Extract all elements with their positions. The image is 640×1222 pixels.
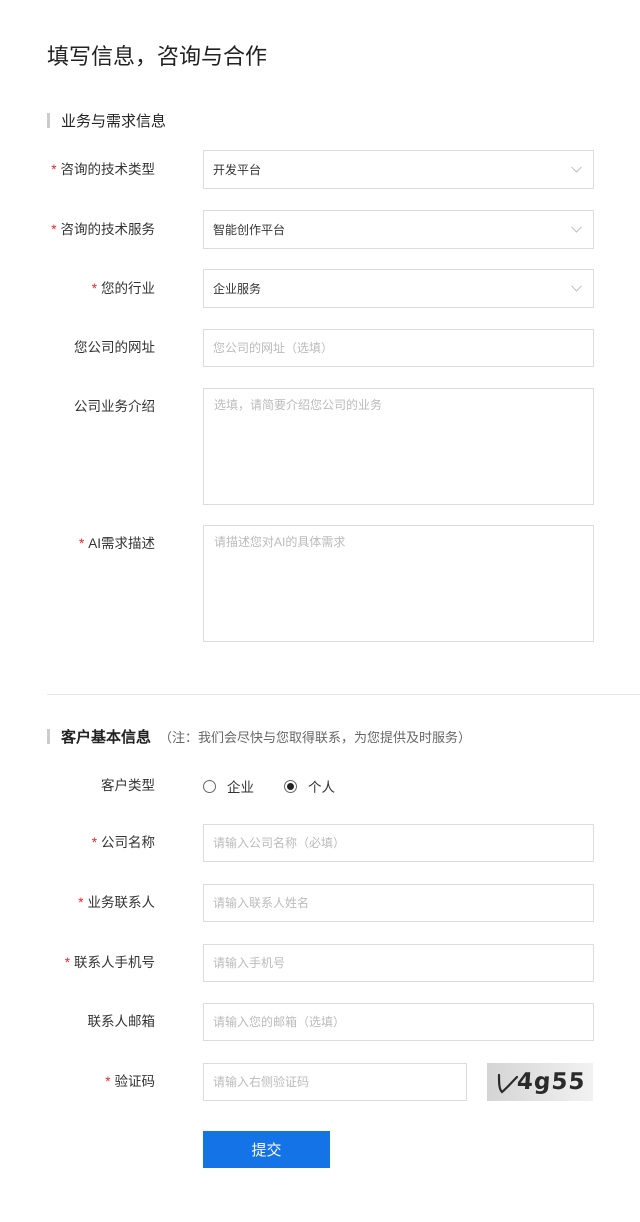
section-heading-customer: 客户基本信息 （注：我们会尽快与您取得联系，为您提供及时服务）	[47, 726, 471, 746]
chevron-down-icon	[571, 284, 582, 292]
required-mark: *	[51, 222, 57, 237]
tech-type-selected-value: 开发平台	[213, 163, 262, 177]
required-mark: *	[91, 835, 97, 850]
tech-type-select[interactable]: 开发平台	[203, 150, 594, 189]
industry-selected-value: 企业服务	[213, 282, 262, 296]
customer-type-label: 客户类型	[101, 778, 155, 793]
row-captcha: *验证码 4g55	[0, 1063, 640, 1101]
required-mark: *	[64, 955, 70, 970]
tech-type-label: * 咨询的技术类型	[0, 150, 155, 189]
website-input[interactable]	[203, 329, 594, 367]
captcha-label: * 验证码	[0, 1063, 155, 1101]
contact-label: * 业务联系人	[0, 884, 155, 922]
tech-service-selected-value: 智能创作平台	[213, 223, 286, 237]
contact-label-text: 业务联系人	[87, 895, 156, 910]
email-label: 联系人邮箱	[87, 1014, 156, 1029]
website-label: 您公司的网址	[74, 340, 155, 355]
section-title: 业务与需求信息	[61, 112, 167, 130]
company-intro-textarea[interactable]	[203, 388, 594, 505]
row-tech-type: * 咨询的技术类型 开发平台	[0, 150, 640, 189]
industry-select[interactable]: 企业服务	[203, 269, 594, 308]
tech-service-label: * 咨询的技术服务	[0, 210, 155, 249]
tech-type-label-text: 咨询的技术类型	[60, 162, 156, 177]
industry-label-text: 您的行业	[101, 281, 155, 296]
chevron-down-icon	[571, 165, 582, 173]
ai-need-label-text: AI需求描述	[88, 536, 155, 551]
company-name-label-text: 公司名称	[101, 835, 155, 850]
phone-label: * 联系人手机号	[0, 944, 155, 982]
company-name-label: * 公司名称	[0, 824, 155, 862]
radio-icon[interactable]	[203, 779, 216, 793]
captcha-image[interactable]: 4g55	[487, 1063, 593, 1101]
ai-need-textarea[interactable]	[203, 525, 594, 642]
captcha-text: 4g55	[516, 1069, 587, 1095]
row-ai-need: * AI需求描述	[0, 525, 640, 642]
phone-label-text: 联系人手机号	[74, 955, 155, 970]
chevron-down-icon	[571, 225, 582, 233]
row-industry: * 您的行业 企业服务	[0, 269, 640, 308]
radio-option-label: 企业	[227, 780, 254, 795]
required-mark: *	[91, 281, 97, 296]
radio-icon[interactable]	[284, 779, 297, 793]
radio-option-label: 个人	[308, 780, 335, 795]
company-intro-label: 公司业务介绍	[74, 399, 155, 414]
row-phone: * 联系人手机号	[0, 944, 640, 982]
submit-button[interactable]: 提交	[203, 1131, 330, 1168]
section-note: （注：我们会尽快与您取得联系，为您提供及时服务）	[159, 729, 472, 745]
customer-type-radio-group: 企业 个人	[203, 776, 365, 796]
row-contact: * 业务联系人	[0, 884, 640, 922]
section-title: 客户基本信息	[61, 728, 152, 746]
row-email: 联系人邮箱	[0, 1003, 640, 1041]
ai-need-label: * AI需求描述	[0, 525, 155, 563]
row-company-intro: 公司业务介绍	[0, 388, 640, 505]
tech-service-select[interactable]: 智能创作平台	[203, 210, 594, 249]
row-website: 您公司的网址	[0, 329, 640, 367]
row-company-name: * 公司名称	[0, 824, 640, 862]
email-input[interactable]	[203, 1003, 594, 1041]
required-mark: *	[105, 1074, 111, 1089]
industry-label: * 您的行业	[0, 269, 155, 308]
tech-service-label-text: 咨询的技术服务	[60, 222, 156, 237]
section-heading-business: 业务与需求信息	[47, 110, 166, 130]
section-marker-bar	[47, 728, 50, 744]
radio-option-individual[interactable]: 个人	[284, 776, 335, 796]
company-name-input[interactable]	[203, 824, 594, 862]
page-title: 填写信息，咨询与合作	[47, 44, 268, 69]
row-customer-type: 客户类型 企业 个人	[0, 776, 640, 796]
section-marker-bar	[47, 112, 50, 128]
section-divider	[47, 694, 640, 695]
captcha-input[interactable]	[203, 1063, 467, 1101]
row-tech-service: * 咨询的技术服务 智能创作平台	[0, 210, 640, 249]
phone-input[interactable]	[203, 944, 594, 982]
captcha-label-text: 验证码	[114, 1074, 156, 1089]
required-mark: *	[78, 536, 85, 551]
radio-option-enterprise[interactable]: 企业	[203, 776, 254, 796]
required-mark: *	[78, 895, 84, 910]
contact-name-input[interactable]	[203, 884, 594, 922]
required-mark: *	[51, 162, 57, 177]
